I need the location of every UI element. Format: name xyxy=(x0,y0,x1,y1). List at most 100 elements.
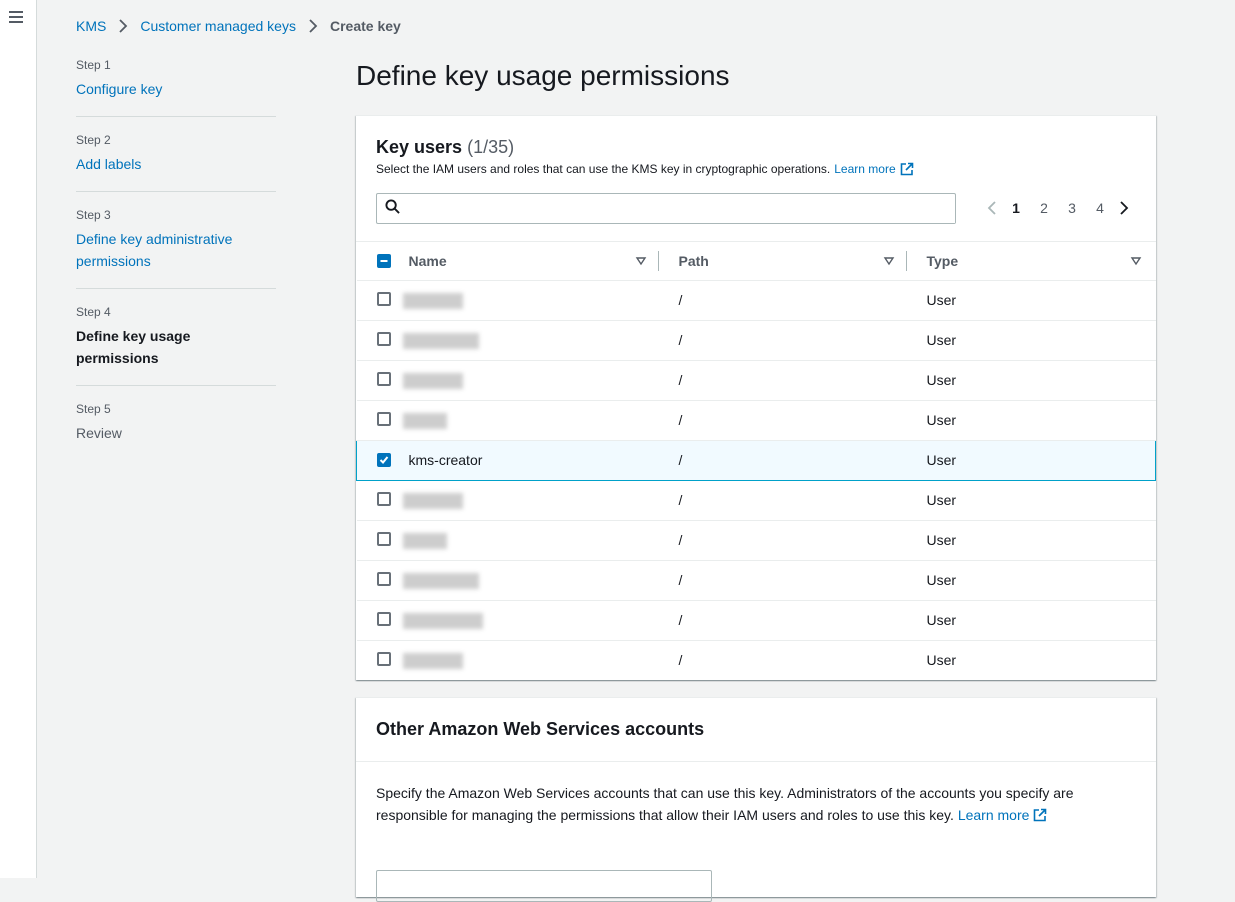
breadcrumb: KMS Customer managed keys Create key xyxy=(76,18,401,34)
page-2-button[interactable]: 2 xyxy=(1030,200,1058,216)
type-cell: User xyxy=(906,360,1156,401)
key-users-description-text: Select the IAM users and roles that can … xyxy=(376,162,831,176)
table-row[interactable]: / User xyxy=(357,640,1156,680)
user-type: User xyxy=(926,652,957,669)
name-cell xyxy=(402,640,659,680)
type-cell: User xyxy=(906,600,1156,641)
table-row[interactable]: / User xyxy=(356,520,1156,561)
sort-icon[interactable] xyxy=(883,255,895,267)
type-cell: User xyxy=(906,400,1156,441)
step-5: Step 5 Review xyxy=(76,402,276,460)
key-users-count: (1/35) xyxy=(467,137,515,157)
row-checkbox[interactable] xyxy=(376,411,391,426)
page-1-button[interactable]: 1 xyxy=(1002,200,1030,216)
column-header-path[interactable]: Path xyxy=(658,242,907,281)
sort-icon[interactable] xyxy=(1130,255,1142,267)
row-checkbox-cell xyxy=(356,320,409,361)
path-cell: / xyxy=(658,360,907,401)
redacted-name xyxy=(402,532,447,549)
row-checkbox[interactable] xyxy=(376,371,391,386)
name-cell xyxy=(402,280,659,321)
learn-more-link[interactable]: Learn more xyxy=(958,807,1030,823)
account-id-input[interactable] xyxy=(376,870,712,902)
path-cell: / xyxy=(658,400,907,441)
step-label-review: Review xyxy=(76,425,122,441)
path-cell: / xyxy=(659,640,907,680)
wizard-steps: Step 1 Configure key Step 2 Add labels S… xyxy=(76,58,276,476)
search-icon xyxy=(385,198,400,219)
page-title: Define key usage permissions xyxy=(356,60,730,91)
user-type: User xyxy=(926,412,957,428)
column-header-name[interactable]: Name xyxy=(408,242,659,281)
user-path: / xyxy=(678,372,683,388)
user-path: / xyxy=(678,492,683,508)
step-link-add-labels[interactable]: Add labels xyxy=(76,156,141,172)
type-cell: User xyxy=(906,480,1156,521)
user-type: User xyxy=(926,532,957,548)
other-accounts-panel: Other Amazon Web Services accounts Speci… xyxy=(356,697,1156,902)
table-row[interactable]: / User xyxy=(356,560,1156,601)
step-link-define-admin-permissions[interactable]: Define key administrative permissions xyxy=(76,228,256,272)
select-all-cell xyxy=(356,242,409,281)
row-checkbox[interactable] xyxy=(376,491,391,506)
redacted-name xyxy=(402,292,463,309)
table-row[interactable]: / User xyxy=(356,480,1156,521)
redacted-name xyxy=(402,412,447,429)
name-cell xyxy=(402,320,659,361)
breadcrumb-customer-managed-keys[interactable]: Customer managed keys xyxy=(140,18,296,34)
user-type: User xyxy=(926,572,957,588)
page-4-button[interactable]: 4 xyxy=(1086,200,1114,216)
table-row[interactable]: / User xyxy=(356,400,1156,441)
step-number: Step 2 xyxy=(76,133,111,147)
page-3-button[interactable]: 3 xyxy=(1058,200,1086,216)
user-type: User xyxy=(926,332,957,348)
table-row[interactable]: / User xyxy=(356,360,1156,401)
table-row[interactable]: / User xyxy=(356,280,1156,321)
key-users-description: Select the IAM users and roles that can … xyxy=(376,162,1136,176)
chevron-left-icon[interactable] xyxy=(982,198,1002,218)
select-all-checkbox[interactable] xyxy=(376,253,391,268)
chevron-right-icon[interactable] xyxy=(1114,198,1134,218)
path-cell: / xyxy=(658,520,907,561)
type-cell: User xyxy=(906,560,1156,601)
step-number: Step 4 xyxy=(76,305,111,319)
key-users-panel: Key users (1/35) Select the IAM users an… xyxy=(356,115,1156,680)
row-checkbox[interactable] xyxy=(376,611,391,626)
redacted-name xyxy=(402,652,463,669)
step-number: Step 3 xyxy=(76,208,111,222)
row-checkbox[interactable] xyxy=(376,331,391,346)
name-cell xyxy=(402,520,659,561)
breadcrumb-kms[interactable]: KMS xyxy=(76,18,106,34)
step-2: Step 2 Add labels xyxy=(76,133,276,192)
path-cell: / xyxy=(658,439,907,481)
row-checkbox[interactable] xyxy=(377,453,391,467)
user-type: User xyxy=(926,492,957,508)
row-checkbox[interactable] xyxy=(376,291,391,306)
key-users-search[interactable] xyxy=(376,193,956,224)
type-cell: User xyxy=(906,320,1156,361)
learn-more-link[interactable]: Learn more xyxy=(834,162,895,176)
table-row[interactable]: kms-creator / User xyxy=(356,439,1156,481)
step-3: Step 3 Define key administrative permiss… xyxy=(76,208,276,289)
table-row[interactable]: / User xyxy=(356,320,1156,361)
search-input[interactable] xyxy=(406,194,955,223)
column-name-label: Name xyxy=(408,252,447,269)
row-checkbox[interactable] xyxy=(376,651,391,666)
table-row[interactable]: / User xyxy=(356,600,1156,641)
row-checkbox-cell xyxy=(356,480,409,521)
column-header-type[interactable]: Type xyxy=(906,242,1156,281)
type-cell: User xyxy=(907,640,1156,680)
path-cell: / xyxy=(658,480,907,521)
user-type: User xyxy=(926,452,957,468)
row-checkbox[interactable] xyxy=(376,531,391,546)
type-cell: User xyxy=(906,280,1156,321)
user-type: User xyxy=(926,292,957,308)
menu-icon[interactable] xyxy=(9,11,23,23)
row-checkbox[interactable] xyxy=(376,571,391,586)
row-checkbox-cell xyxy=(356,439,409,481)
step-link-configure-key[interactable]: Configure key xyxy=(76,81,162,97)
row-checkbox-cell xyxy=(356,280,409,321)
external-link-icon[interactable] xyxy=(1033,808,1047,822)
sort-icon[interactable] xyxy=(635,255,647,267)
external-link-icon[interactable] xyxy=(900,162,914,176)
